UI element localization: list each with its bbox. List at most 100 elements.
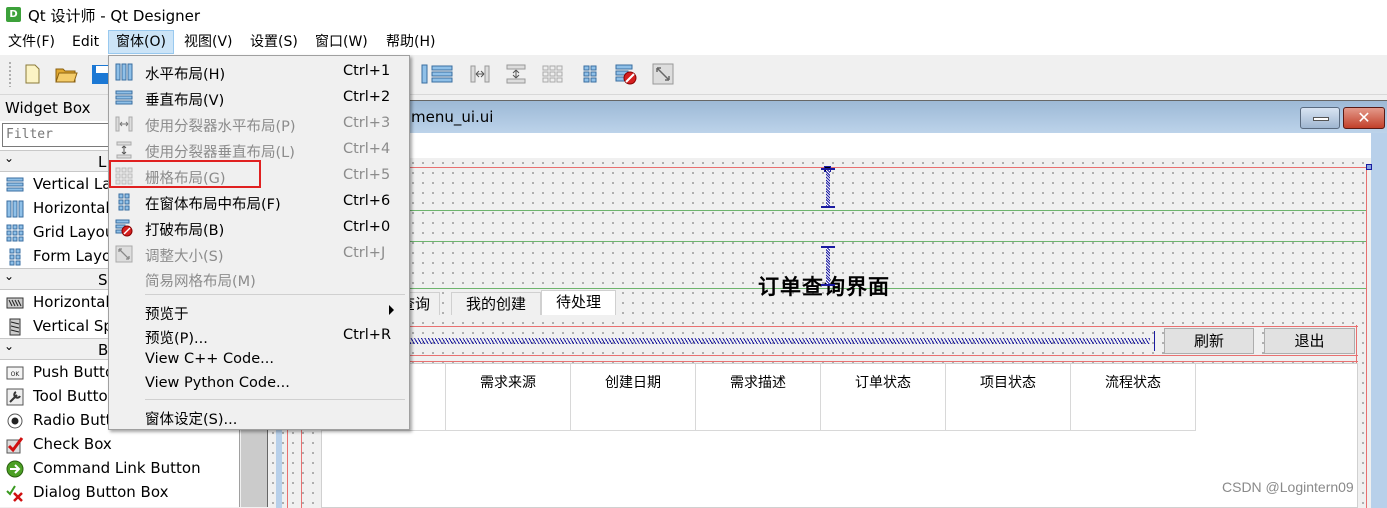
widget-item-label: Vertical La bbox=[33, 175, 112, 193]
vertical-spacer-bottom[interactable] bbox=[821, 246, 835, 286]
grid-layout-icon[interactable] bbox=[540, 62, 564, 86]
splitter-vertical-icon[interactable] bbox=[504, 62, 528, 86]
menu-form[interactable]: 窗体(O) bbox=[108, 30, 174, 54]
menu-help[interactable]: 帮助(H) bbox=[379, 30, 442, 54]
dialog-button-box-icon bbox=[6, 485, 23, 502]
radio-button-icon bbox=[7, 413, 23, 429]
spacer-end-cap bbox=[1154, 331, 1155, 351]
menu-item-shortcut: Ctrl+1 bbox=[343, 63, 391, 79]
menu-item-label: 使用分裂器垂直布局(L) bbox=[145, 145, 295, 161]
svg-text:OK: OK bbox=[11, 371, 21, 378]
adjust-size-icon[interactable] bbox=[651, 62, 675, 86]
table-header-cell[interactable]: 创建日期 bbox=[571, 364, 696, 431]
command-link-icon bbox=[6, 460, 24, 478]
widget-item-command-link-button[interactable]: Command Link Button bbox=[0, 457, 240, 481]
layout-vertical-icon bbox=[115, 90, 133, 105]
widget-item-label: Command Link Button bbox=[33, 459, 201, 477]
menu-edit[interactable]: Edit bbox=[65, 30, 106, 54]
table-header-cell[interactable]: 流程状态 bbox=[1071, 364, 1196, 431]
orders-table[interactable]: 需求来源 创建日期 需求描述 订单状态 项目状态 流程状态 bbox=[321, 363, 1358, 508]
menu-item-shortcut: Ctrl+5 bbox=[343, 167, 391, 183]
category-label: B bbox=[98, 341, 109, 359]
menu-item-shortcut: Ctrl+J bbox=[343, 245, 386, 261]
splitter-horizontal-icon[interactable] bbox=[468, 62, 492, 86]
menu-settings[interactable]: 设置(S) bbox=[243, 30, 305, 54]
form-window-titlebar[interactable]: menu_ui.ui ✕ bbox=[268, 101, 1387, 133]
push-button-icon: OK bbox=[6, 366, 24, 380]
layout-outline bbox=[1366, 167, 1367, 508]
toolbar-grip[interactable] bbox=[8, 61, 12, 87]
menu-item-splitter-horizontal: 使用分裂器水平布局(P) Ctrl+3 bbox=[109, 111, 409, 137]
menu-item-layout-vertically[interactable]: 垂直布局(V) Ctrl+2 bbox=[109, 85, 409, 111]
layout-outline bbox=[268, 241, 1366, 242]
layout-outline bbox=[318, 361, 1358, 362]
minimize-button[interactable] bbox=[1300, 107, 1340, 129]
splitter-vertical-icon bbox=[116, 141, 132, 159]
menu-item-label: 预览(P)... bbox=[145, 331, 208, 347]
menu-item-view-python-code[interactable]: View Python Code... bbox=[109, 371, 409, 397]
break-layout-icon[interactable] bbox=[614, 62, 638, 86]
menu-view[interactable]: 视图(V) bbox=[177, 30, 240, 54]
new-file-icon[interactable] bbox=[20, 62, 44, 86]
menu-item-preview[interactable]: 预览(P)... Ctrl+R bbox=[109, 323, 409, 349]
widget-item-label: Radio Butt bbox=[33, 411, 112, 429]
vertical-spacer-top[interactable] bbox=[821, 166, 835, 208]
menu-window[interactable]: 窗口(W) bbox=[308, 30, 375, 54]
menu-item-shortcut: Ctrl+3 bbox=[343, 115, 391, 131]
menu-item-label: View C++ Code... bbox=[145, 351, 274, 367]
category-label: L bbox=[98, 153, 107, 171]
form-margin bbox=[268, 133, 1387, 158]
layout-vertical-icon bbox=[6, 177, 24, 192]
close-button[interactable]: ✕ bbox=[1343, 107, 1385, 129]
chevron-down-icon: ⌄ bbox=[4, 339, 15, 353]
refresh-button[interactable]: 刷新 bbox=[1164, 328, 1254, 354]
layout-outline bbox=[268, 167, 1366, 168]
widget-item-check-box[interactable]: Check Box bbox=[0, 433, 240, 457]
menu-item-shortcut: Ctrl+0 bbox=[343, 219, 391, 235]
menu-separator bbox=[145, 294, 405, 295]
menu-item-layout-horizontally[interactable]: 水平布局(H) Ctrl+1 bbox=[109, 59, 409, 85]
widget-item-dialog-button-box[interactable]: Dialog Button Box bbox=[0, 481, 240, 505]
horizontal-spacer[interactable] bbox=[400, 338, 1150, 344]
minimize-icon bbox=[1313, 117, 1329, 121]
tool-button-icon bbox=[6, 388, 24, 406]
menu-item-form-settings[interactable]: 窗体设定(S)... bbox=[109, 404, 409, 430]
open-folder-icon[interactable] bbox=[54, 62, 78, 86]
chevron-down-icon: ⌄ bbox=[4, 151, 15, 165]
selection-handle[interactable] bbox=[1366, 164, 1372, 170]
menu-item-form-layout[interactable]: 在窗体布局中布局(F) Ctrl+6 bbox=[109, 189, 409, 215]
widget-item-label: Grid Layou bbox=[33, 223, 115, 241]
adjust-size-icon bbox=[115, 245, 133, 263]
tab-my-created[interactable]: 我的创建 bbox=[451, 292, 541, 315]
menu-item-simple-grid-layout: 简易网格布局(M) bbox=[109, 266, 409, 292]
menu-item-break-layout[interactable]: 打破布局(B) Ctrl+0 bbox=[109, 215, 409, 241]
submenu-arrow-icon bbox=[389, 305, 394, 315]
widget-item-label: Push Butto bbox=[33, 363, 115, 381]
menu-item-view-cpp-code[interactable]: View C++ Code... bbox=[109, 347, 409, 373]
tab-pending[interactable]: 待处理 bbox=[541, 290, 616, 315]
break-layout-icon bbox=[115, 219, 133, 237]
widget-item-label: Horizontal bbox=[33, 199, 110, 217]
watermark: CSDN @Logintern09 bbox=[1222, 479, 1354, 495]
form-layout-icon[interactable] bbox=[578, 62, 602, 86]
table-header-cell[interactable]: 需求描述 bbox=[696, 364, 821, 431]
layout-vertical-icon[interactable] bbox=[430, 62, 454, 86]
check-box-icon bbox=[6, 437, 24, 454]
widget-box-title: Widget Box bbox=[5, 99, 91, 117]
widget-item-label: Tool Butto bbox=[33, 387, 108, 405]
grid-layout-icon bbox=[6, 224, 24, 242]
menu-item-label: 垂直布局(V) bbox=[145, 93, 225, 109]
table-header-cell[interactable]: 需求来源 bbox=[446, 364, 571, 431]
category-label: S bbox=[98, 271, 108, 289]
table-header-cell[interactable]: 项目状态 bbox=[946, 364, 1071, 431]
form-editor-window: menu_ui.ui ✕ 订单查询界面 查询 我的创建 待处理 刷新 退出 需求… bbox=[267, 100, 1387, 508]
form-selection-edge bbox=[1371, 133, 1387, 508]
menu-item-label: 调整大小(S) bbox=[145, 249, 224, 265]
table-header-cell[interactable]: 订单状态 bbox=[821, 364, 946, 431]
menu-item-preview-in[interactable]: 预览于 bbox=[109, 299, 409, 325]
window-title: Qt 设计师 - Qt Designer bbox=[28, 7, 201, 25]
layout-outline bbox=[318, 326, 1358, 327]
menu-file[interactable]: 文件(F) bbox=[1, 30, 62, 54]
menu-item-label: 简易网格布局(M) bbox=[145, 274, 256, 290]
exit-button[interactable]: 退出 bbox=[1264, 328, 1355, 354]
